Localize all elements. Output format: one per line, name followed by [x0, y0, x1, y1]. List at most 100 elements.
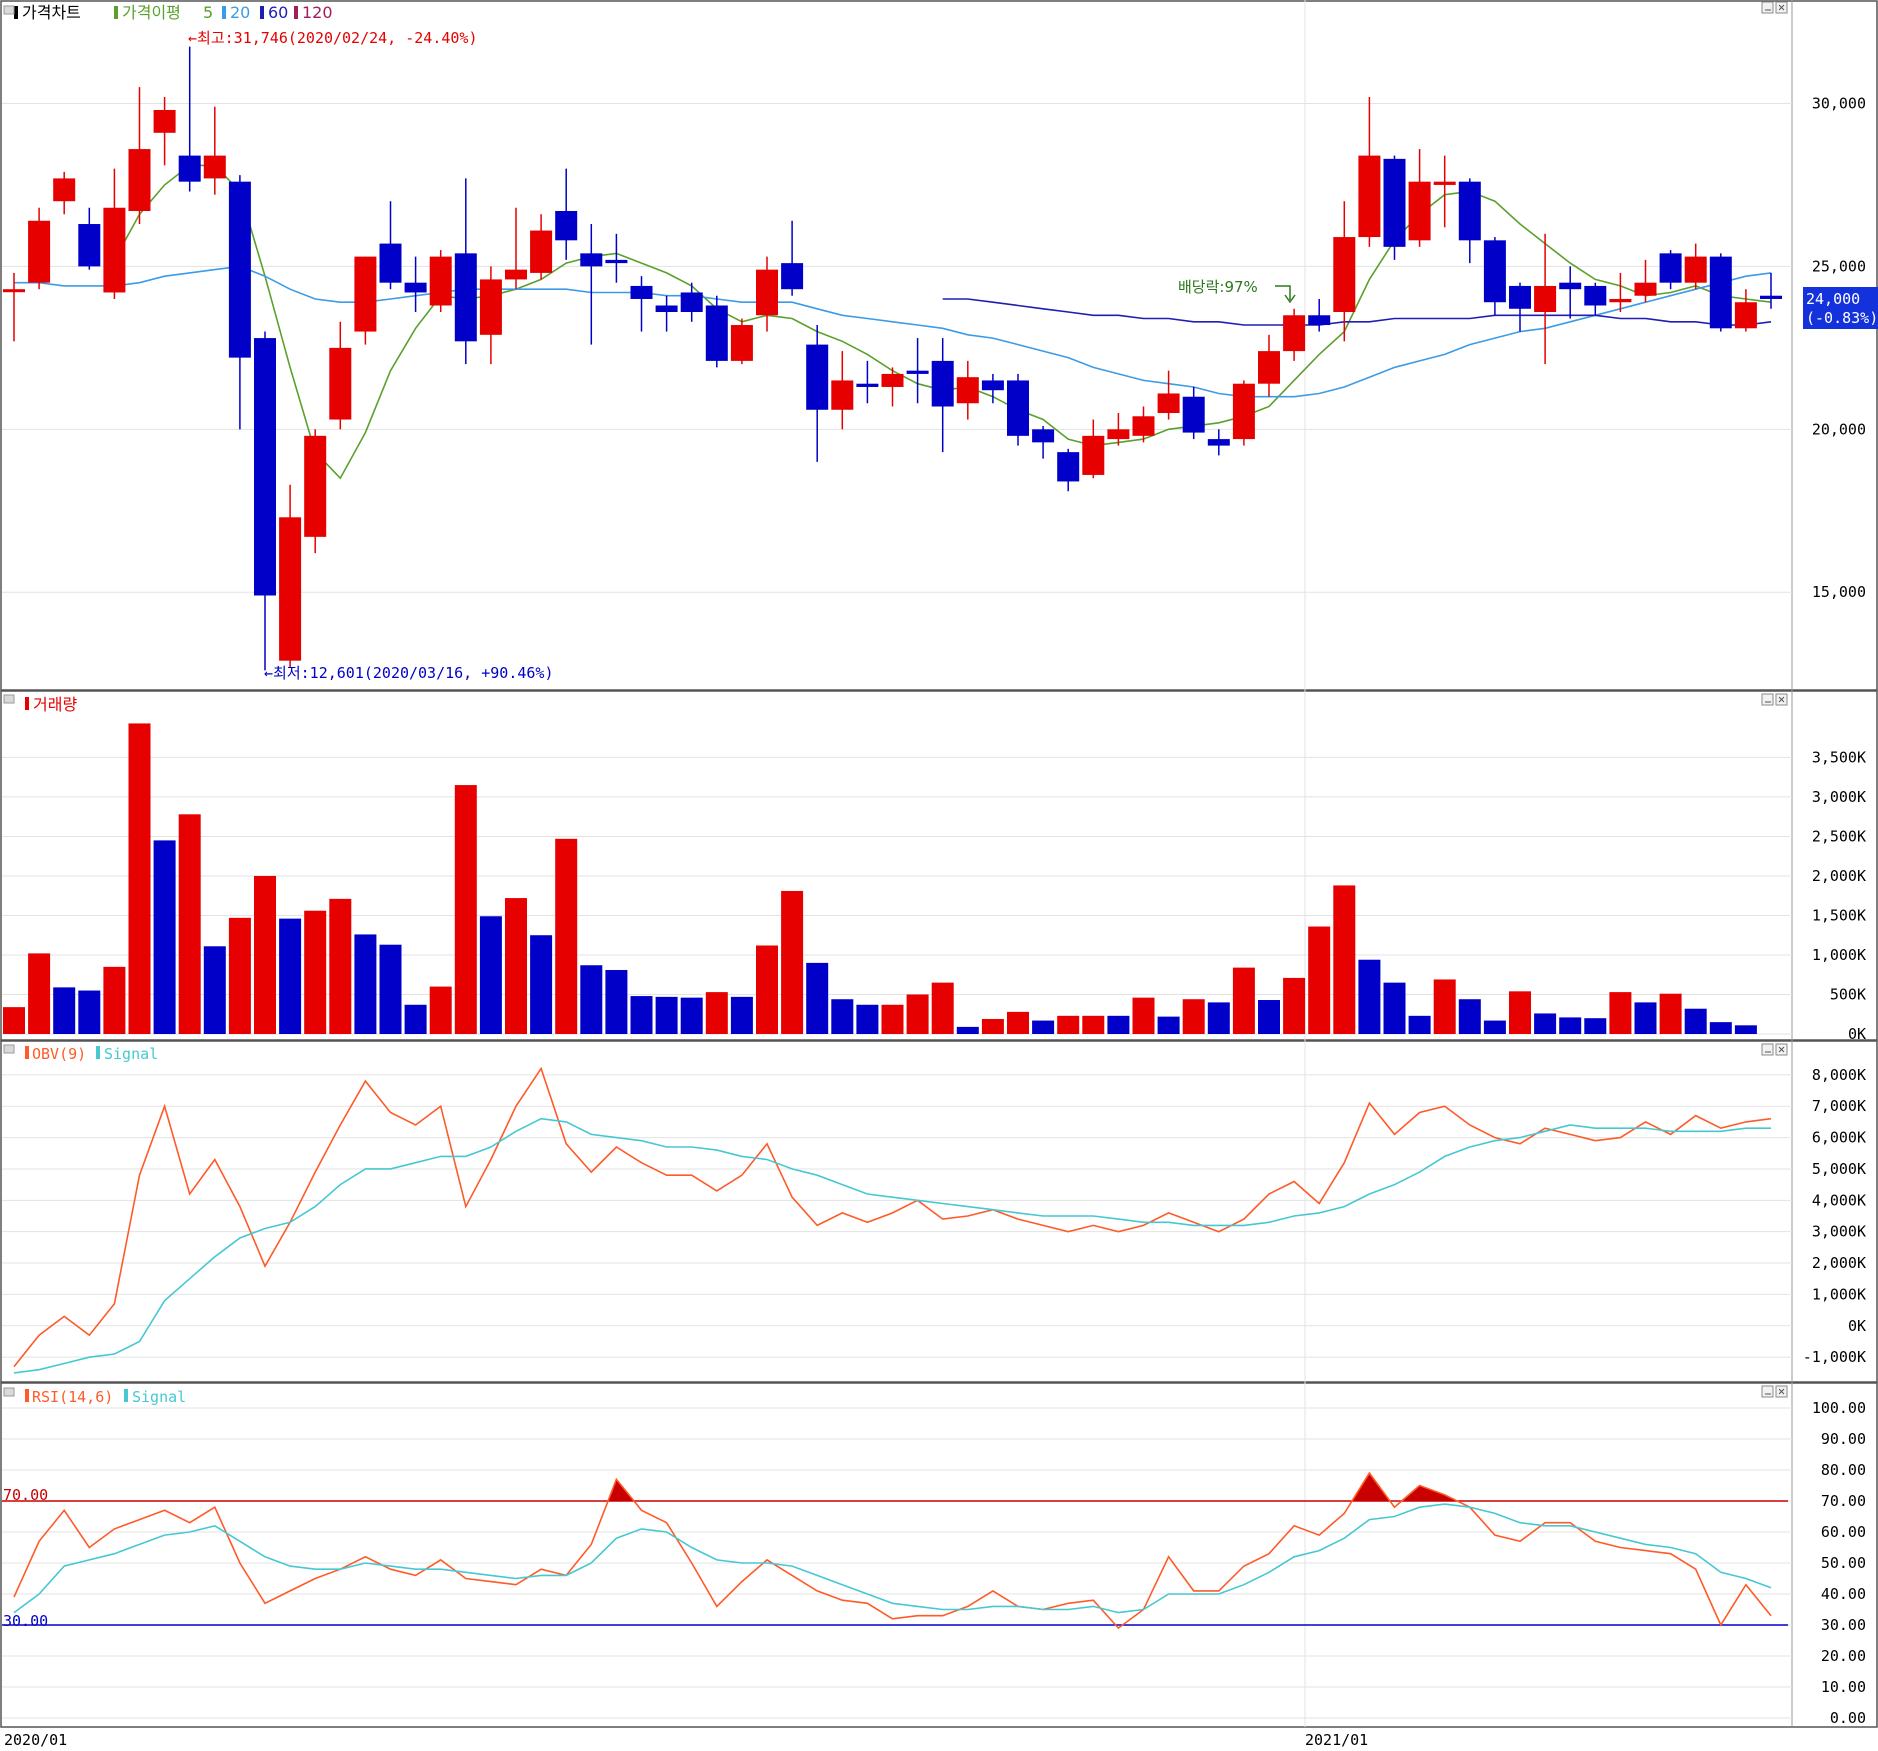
candle-body-50	[1258, 351, 1280, 384]
obv-y-tick-8: 0K	[1848, 1317, 1866, 1335]
obv-y-tick-2: 6,000K	[1812, 1129, 1866, 1147]
obv-y-tick-4: 4,000K	[1812, 1191, 1866, 1209]
legend-marker-rsi-signal	[124, 1389, 128, 1402]
volume-y-tick-0: 3,500K	[1812, 748, 1866, 766]
x-axis-label-2021: 2021/01	[1305, 1731, 1368, 1749]
volume-bar-57	[1433, 979, 1456, 1034]
panel-tab-icon-3	[3, 1387, 15, 1397]
price-y-tick-2: 20,000	[1812, 420, 1866, 438]
high-price-annotation: ←최고:31,746(2020/02/24, -24.40%)	[188, 29, 478, 47]
volume-bar-64	[1609, 992, 1632, 1034]
volume-bar-41	[1032, 1020, 1055, 1034]
volume-bar-17	[429, 986, 452, 1034]
volume-bar-54	[1358, 959, 1381, 1034]
candle-body-53	[1333, 237, 1356, 313]
candle-body-18	[454, 253, 477, 342]
obv-y-tick-0: 8,000K	[1812, 1066, 1866, 1084]
candle-body-37	[931, 360, 954, 407]
legend-marker-volume	[25, 697, 29, 710]
volume-bar-2	[53, 987, 76, 1034]
volume-bar-38	[956, 1026, 979, 1034]
candle-body-59	[1483, 240, 1506, 303]
volume-bar-19	[479, 916, 502, 1034]
candle-body-23	[580, 253, 603, 267]
volume-bar-31	[781, 890, 804, 1034]
volume-bar-13	[329, 898, 352, 1034]
candle-body-68	[1709, 256, 1732, 329]
obv-y-tick-5: 3,000K	[1812, 1223, 1866, 1241]
volume-bar-36	[906, 994, 929, 1034]
legend-ma60[interactable]: 60	[268, 3, 288, 22]
price-y-tick-0: 30,000	[1812, 94, 1866, 112]
legend-volume[interactable]: 거래량	[33, 695, 77, 714]
volume-bar-52	[1308, 926, 1331, 1034]
legend-marker-ma120	[294, 6, 298, 19]
legend-obv-signal[interactable]: Signal	[104, 1045, 158, 1063]
panel-tab-icon-2	[3, 1044, 15, 1054]
legend-ma20[interactable]: 20	[230, 3, 250, 22]
candle-body-41	[1032, 429, 1055, 443]
candle-body-19	[479, 279, 502, 335]
legend-price-chart[interactable]: 가격차트	[22, 3, 81, 22]
volume-bar-40	[1007, 1011, 1029, 1034]
candle-body-0	[3, 289, 25, 293]
current-price-tag: 24,000 (-0.83%)	[1803, 287, 1878, 329]
legend-obv[interactable]: OBV(9)	[32, 1045, 86, 1063]
candle-body-8	[203, 155, 226, 179]
candle-body-63	[1584, 285, 1607, 306]
volume-bar-56	[1408, 1015, 1431, 1034]
volume-bar-12	[304, 910, 327, 1034]
rsi-y-tick-6: 40.00	[1821, 1585, 1866, 1603]
legend-rsi[interactable]: RSI(14,6)	[32, 1388, 113, 1406]
volume-bar-23	[580, 965, 603, 1034]
candle-body-30	[756, 269, 778, 316]
volume-bar-8	[203, 946, 226, 1034]
volume-bar-27	[680, 997, 703, 1034]
panel-tab-icon-1	[3, 694, 15, 704]
x-axis-label-2020: 2020/01	[4, 1731, 67, 1749]
candle-body-14	[354, 256, 377, 332]
candle-body-58	[1458, 181, 1481, 241]
candle-body-26	[655, 305, 678, 313]
volume-y-tick-7: 0K	[1848, 1025, 1866, 1043]
obv-y-tick-7: 1,000K	[1812, 1285, 1866, 1303]
obv-y-tick-1: 7,000K	[1812, 1097, 1866, 1115]
volume-bar-18	[454, 785, 477, 1034]
candle-body-35	[881, 373, 904, 387]
candle-body-40	[1007, 380, 1029, 436]
rsi-30-label: 30.00	[3, 1612, 48, 1630]
price-y-tick-1: 25,000	[1812, 257, 1866, 275]
candle-body-9	[228, 181, 251, 358]
rsi-y-tick-4: 60.00	[1821, 1523, 1866, 1541]
legend-rsi-signal[interactable]: Signal	[132, 1388, 186, 1406]
legend-ma120[interactable]: 120	[302, 3, 333, 22]
legend-marker-obv-signal	[96, 1046, 100, 1059]
volume-bar-63	[1584, 1018, 1607, 1034]
candle-body-69	[1734, 302, 1757, 329]
candle-body-32	[806, 344, 829, 410]
volume-bar-48	[1207, 1002, 1230, 1034]
candle-body-29	[730, 325, 753, 361]
candle-body-38	[956, 377, 979, 404]
candle-body-25	[630, 285, 653, 299]
legend-ma-label[interactable]: 가격이평	[122, 3, 181, 22]
volume-bar-43	[1082, 1015, 1105, 1034]
volume-bar-50	[1258, 1000, 1280, 1034]
volume-bar-7	[178, 814, 201, 1034]
legend-ma5[interactable]: 5	[203, 3, 213, 22]
candle-body-65	[1634, 282, 1657, 296]
dividend-annotation: 배당락:97%	[1178, 278, 1258, 296]
panel-tab-icon-0	[3, 5, 15, 15]
candle-body-21	[530, 230, 553, 273]
candle-body-7	[178, 155, 201, 182]
candle-body-16	[404, 282, 427, 293]
volume-bar-58	[1458, 999, 1481, 1034]
candle-body-42	[1057, 452, 1080, 482]
candle-body-27	[680, 292, 703, 313]
rsi-70-label: 70.00	[3, 1486, 48, 1504]
candle-body-15	[379, 243, 402, 283]
candle-body-12	[304, 435, 327, 537]
volume-bar-46	[1157, 1016, 1180, 1034]
volume-y-tick-3: 2,000K	[1812, 867, 1866, 885]
volume-y-tick-2: 2,500K	[1812, 827, 1866, 845]
